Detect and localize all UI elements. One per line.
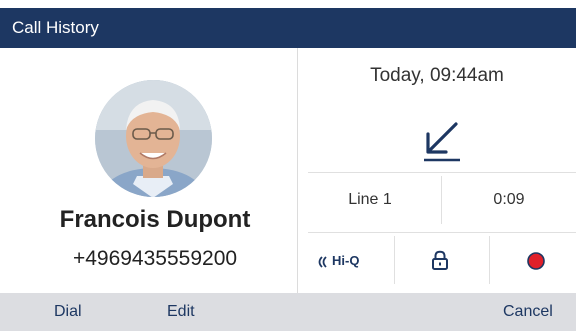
call-line: Line 1	[348, 191, 392, 208]
record-icon	[527, 252, 545, 270]
call-timestamp: Today, 09:44am	[370, 65, 504, 86]
divider-line	[308, 172, 576, 173]
divider-line	[489, 236, 490, 284]
cancel-softkey[interactable]: Cancel	[503, 302, 553, 322]
divider-line	[308, 232, 576, 233]
call-duration: 0:09	[493, 191, 525, 208]
top-strip	[0, 0, 576, 8]
hi-q-badge: Hi-Q	[316, 251, 378, 271]
contact-pane: Francois Dupont +4969435559200	[0, 48, 297, 293]
contact-avatar	[95, 80, 212, 197]
edit-softkey[interactable]: Edit	[167, 302, 195, 322]
hi-q-label: Hi-Q	[332, 253, 360, 268]
contact-name: Francois Dupont	[59, 206, 251, 233]
divider-line	[394, 236, 395, 284]
title-bar: Call History	[0, 8, 576, 48]
screen-title: Call History	[12, 18, 99, 37]
lock-icon	[432, 250, 448, 270]
call-history-screen: Call History Francois Dupont +4969435559…	[0, 0, 576, 331]
call-detail-content: Francois Dupont +4969435559200 Today, 09…	[0, 48, 576, 293]
contact-number: +4969435559200	[72, 247, 238, 270]
hi-q-waves-icon	[318, 255, 327, 268]
softkey-bar: Dial Edit Cancel	[0, 293, 576, 331]
dial-softkey[interactable]: Dial	[54, 302, 82, 322]
call-info-pane: Today, 09:44am Line 1 0:09 Hi-Q	[298, 48, 576, 293]
incoming-call-arrow-icon	[424, 122, 460, 162]
contact-photo-illustration	[95, 80, 212, 197]
